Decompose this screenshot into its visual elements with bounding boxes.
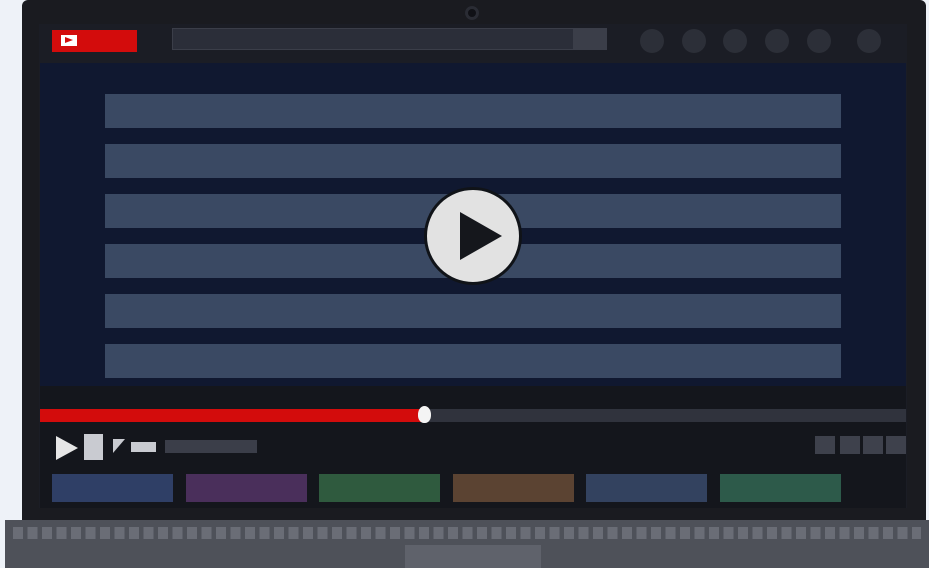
- webcam-icon: [465, 6, 479, 20]
- volume-icon[interactable]: [113, 439, 125, 453]
- video-content-line: [105, 294, 841, 328]
- time-display: [165, 440, 257, 453]
- play-icon[interactable]: [56, 436, 78, 460]
- fullscreen-icon[interactable]: [886, 436, 906, 454]
- account-icon[interactable]: [857, 29, 881, 53]
- related-video-thumbnail[interactable]: [586, 474, 707, 502]
- play-overlay-button[interactable]: [424, 187, 522, 285]
- theater-icon[interactable]: [863, 436, 883, 454]
- nav-icon-3[interactable]: [723, 29, 747, 53]
- video-content-line: [105, 94, 841, 128]
- video-content-line: [105, 344, 841, 378]
- quality-icon[interactable]: [840, 436, 860, 454]
- volume-slider[interactable]: [131, 442, 156, 452]
- stop-icon[interactable]: [84, 434, 103, 460]
- related-video-thumbnail[interactable]: [52, 474, 173, 502]
- keyboard: [13, 527, 921, 539]
- settings-icon[interactable]: [815, 436, 835, 454]
- related-video-thumbnail[interactable]: [319, 474, 440, 502]
- related-video-thumbnail[interactable]: [720, 474, 841, 502]
- nav-icon-1[interactable]: [640, 29, 664, 53]
- search-input[interactable]: [172, 28, 574, 50]
- search-button[interactable]: [574, 28, 607, 50]
- related-video-thumbnail[interactable]: [453, 474, 574, 502]
- scrubber-handle[interactable]: [418, 406, 432, 423]
- nav-icon-2[interactable]: [682, 29, 706, 53]
- progress-bar[interactable]: [40, 409, 906, 422]
- nav-icon-5[interactable]: [807, 29, 831, 53]
- nav-icon-4[interactable]: [765, 29, 789, 53]
- video-content-line: [105, 144, 841, 178]
- play-logo-icon: [61, 35, 77, 46]
- progress-fill: [40, 409, 422, 422]
- trackpad: [405, 545, 541, 568]
- related-video-thumbnail[interactable]: [186, 474, 307, 502]
